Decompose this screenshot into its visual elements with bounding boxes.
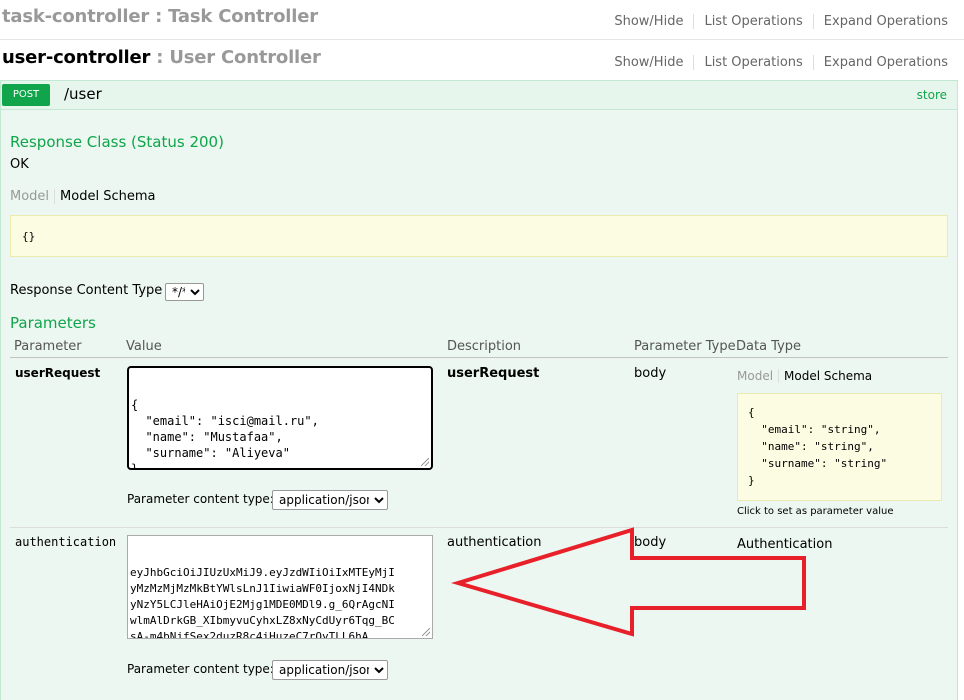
arrow-outline-shape (451, 527, 806, 637)
annotation-arrow (451, 527, 806, 637)
